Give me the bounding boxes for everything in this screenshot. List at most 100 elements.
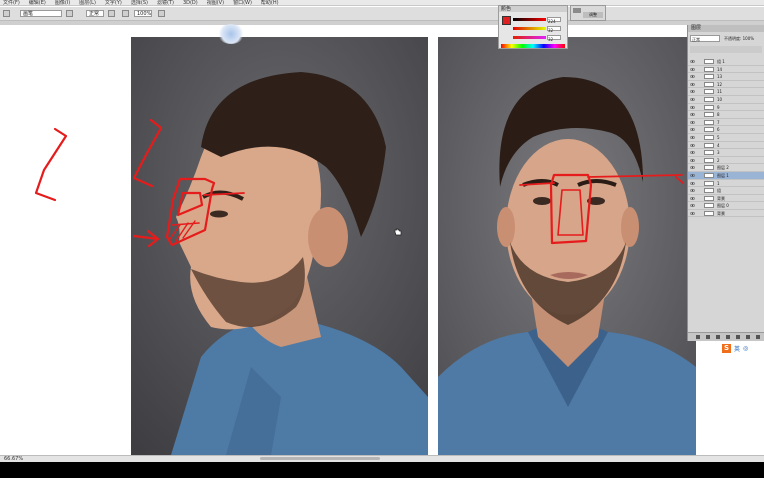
- color-ramp[interactable]: [501, 44, 565, 48]
- menu-item[interactable]: 编辑(E): [29, 0, 46, 6]
- visibility-eye-icon[interactable]: [690, 211, 695, 216]
- fx-icon[interactable]: [706, 335, 710, 339]
- menu-item[interactable]: 图层(L): [79, 0, 96, 6]
- layer-row[interactable]: 5: [688, 134, 764, 142]
- layer-thumbnail: [704, 172, 714, 178]
- hand-cursor-icon: [394, 228, 402, 236]
- visibility-eye-icon[interactable]: [690, 97, 695, 102]
- layer-row[interactable]: 组 1: [688, 58, 764, 66]
- layer-thumbnail: [704, 203, 714, 209]
- tool-preset-field[interactable]: 画笔: [20, 10, 62, 17]
- visibility-eye-icon[interactable]: [690, 105, 695, 110]
- visibility-eye-icon[interactable]: [690, 74, 695, 79]
- layer-row[interactable]: 背景: [688, 210, 764, 218]
- visibility-eye-icon[interactable]: [690, 120, 695, 125]
- menu-item[interactable]: 3D(D): [183, 0, 198, 6]
- blue-value-field[interactable]: 32: [547, 35, 561, 42]
- visibility-eye-icon[interactable]: [690, 165, 695, 170]
- layer-name: 1: [717, 180, 720, 186]
- foreground-swatch[interactable]: [502, 16, 511, 25]
- menu-item[interactable]: 选择(S): [131, 0, 148, 6]
- layer-row[interactable]: 背景: [688, 195, 764, 203]
- visibility-eye-icon[interactable]: [690, 135, 695, 140]
- visibility-eye-icon[interactable]: [690, 173, 695, 178]
- menu-item[interactable]: 窗口(W): [233, 0, 252, 6]
- menu-item[interactable]: 帮助(H): [261, 0, 279, 6]
- layer-thumbnail: [704, 89, 714, 95]
- document-canvas[interactable]: [0, 25, 764, 455]
- sogou-s-icon[interactable]: S: [722, 343, 731, 353]
- adjustment-layer-icon[interactable]: [726, 335, 730, 339]
- pressure-size-button[interactable]: [158, 10, 165, 17]
- layer-row[interactable]: 2: [688, 157, 764, 165]
- mask-icon[interactable]: [716, 335, 720, 339]
- menu-item[interactable]: 滤镜(T): [157, 0, 174, 6]
- visibility-eye-icon[interactable]: [690, 188, 695, 193]
- airbrush-button[interactable]: [122, 10, 129, 17]
- visibility-eye-icon[interactable]: [690, 203, 695, 208]
- layer-name: 7: [717, 119, 720, 125]
- layer-opacity-label[interactable]: 不透明度: 100%: [724, 35, 762, 42]
- layer-row[interactable]: 组: [688, 187, 764, 195]
- menu-item[interactable]: 视图(V): [207, 0, 224, 6]
- layer-row[interactable]: 6: [688, 126, 764, 134]
- layer-name: 图层 1: [717, 172, 729, 178]
- visibility-eye-icon[interactable]: [690, 196, 695, 201]
- layer-row[interactable]: 14: [688, 66, 764, 74]
- new-layer-icon[interactable]: [746, 335, 750, 339]
- brush-panel-button[interactable]: [66, 10, 73, 17]
- adjustment-button[interactable]: 调整: [583, 12, 603, 18]
- ime-language-label[interactable]: 英: [734, 344, 740, 353]
- visibility-eye-icon[interactable]: [690, 127, 695, 132]
- tool-preset-button[interactable]: [3, 10, 10, 17]
- layer-row[interactable]: 图层 2: [688, 164, 764, 172]
- red-value-field[interactable]: 224: [547, 17, 561, 24]
- layer-row[interactable]: 3: [688, 149, 764, 157]
- visibility-eye-icon[interactable]: [690, 112, 695, 117]
- layer-name: 12: [717, 81, 723, 87]
- green-value-field[interactable]: 32: [547, 26, 561, 33]
- color-panel[interactable]: 颜色 224 32 32: [498, 5, 568, 49]
- link-layers-icon[interactable]: [696, 335, 700, 339]
- menu-item[interactable]: 文字(Y): [105, 0, 122, 6]
- layer-name: 13: [717, 74, 723, 80]
- visibility-eye-icon[interactable]: [690, 59, 695, 64]
- blue-slider[interactable]: [513, 36, 546, 39]
- layer-name: 5: [717, 134, 720, 140]
- red-slider[interactable]: [513, 18, 546, 21]
- blend-mode-select[interactable]: 正常: [690, 35, 720, 42]
- visibility-eye-icon[interactable]: [690, 181, 695, 186]
- green-slider[interactable]: [513, 27, 546, 30]
- layers-panel[interactable]: 图层 正常 不透明度: 100% 组 1 14 13 12 11 10 9 8 7 6 5 4 3 2 图层…: [687, 25, 764, 341]
- menu-item[interactable]: 图像(I): [55, 0, 70, 6]
- layer-row[interactable]: 10: [688, 96, 764, 104]
- visibility-eye-icon[interactable]: [690, 89, 695, 94]
- layer-row[interactable]: 12: [688, 81, 764, 89]
- layer-row[interactable]: 4: [688, 142, 764, 150]
- menu-item[interactable]: 文件(F): [3, 0, 20, 6]
- layer-row[interactable]: 11: [688, 88, 764, 96]
- layer-row[interactable]: 1: [688, 180, 764, 188]
- ime-settings-icon[interactable]: ◎: [743, 345, 748, 352]
- layer-row[interactable]: 13: [688, 73, 764, 81]
- horizontal-scrollbar[interactable]: [260, 457, 380, 460]
- visibility-eye-icon[interactable]: [690, 150, 695, 155]
- visibility-eye-icon[interactable]: [690, 82, 695, 87]
- layer-row[interactable]: 图层 1: [688, 171, 764, 180]
- opacity-field[interactable]: 100%: [134, 10, 152, 17]
- layer-row[interactable]: 图层 0: [688, 202, 764, 210]
- mode-field[interactable]: 正常: [86, 10, 104, 17]
- visibility-eye-icon[interactable]: [690, 67, 695, 72]
- ime-toolbar[interactable]: S 英 ◎: [722, 343, 764, 353]
- trash-icon[interactable]: [756, 335, 760, 339]
- layer-name: 背景: [717, 210, 725, 216]
- layer-row[interactable]: 7: [688, 119, 764, 127]
- new-group-icon[interactable]: [736, 335, 740, 339]
- adjustments-mini-panel[interactable]: 调整: [570, 5, 606, 21]
- pressure-opacity-button[interactable]: [108, 10, 115, 17]
- layer-row[interactable]: 9: [688, 104, 764, 112]
- layer-row[interactable]: 8: [688, 111, 764, 119]
- visibility-eye-icon[interactable]: [690, 143, 695, 148]
- layer-name: 11: [717, 89, 723, 95]
- visibility-eye-icon[interactable]: [690, 158, 695, 163]
